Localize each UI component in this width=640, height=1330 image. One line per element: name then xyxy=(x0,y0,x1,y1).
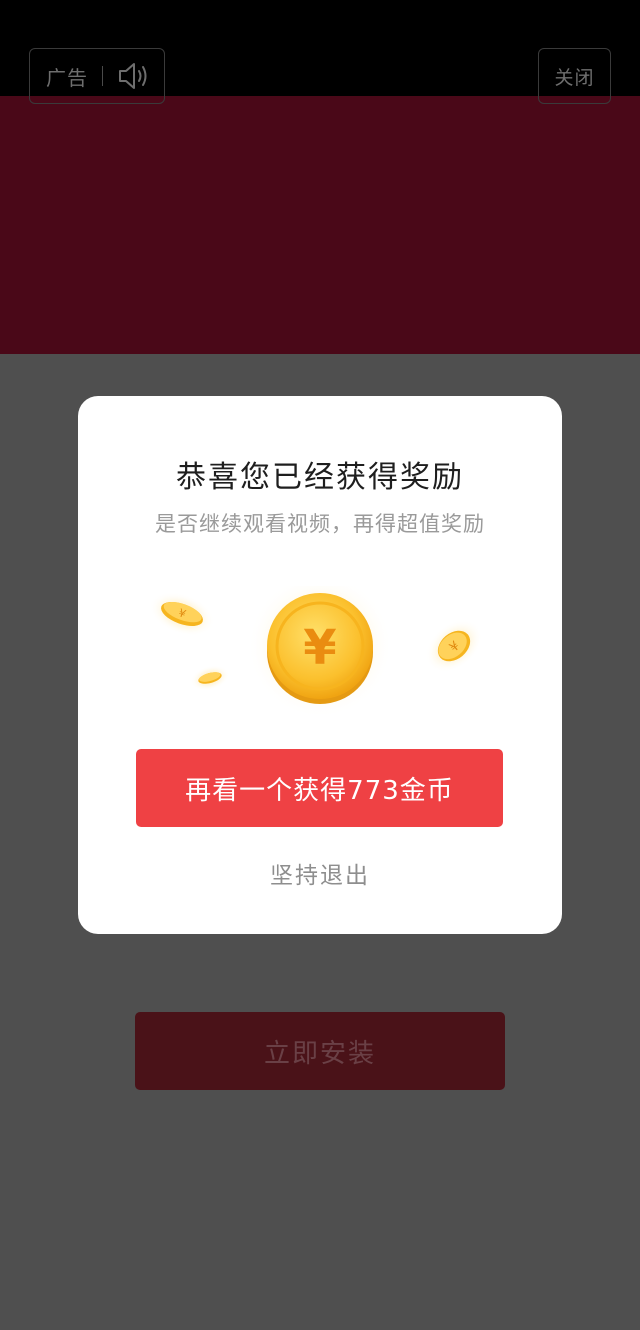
ad-label: 广告 xyxy=(46,65,88,90)
watch-again-button[interactable]: 再看一个获得773金币 xyxy=(136,749,503,827)
exit-button[interactable]: 坚持退出 xyxy=(78,856,562,890)
badge-divider xyxy=(102,66,103,86)
ad-video-area xyxy=(0,96,640,354)
install-button[interactable]: 立即安装 xyxy=(135,1012,505,1090)
dialog-subtitle: 是否继续观看视频，再得超值奖励 xyxy=(155,512,485,536)
ad-badge: 广告 xyxy=(29,48,165,104)
side-coin-icon: ¥ xyxy=(425,619,483,673)
tiny-coin-icon xyxy=(190,665,230,691)
svg-text:¥: ¥ xyxy=(303,620,336,676)
close-ad-button[interactable]: 关闭 xyxy=(538,48,611,104)
dialog-title: 恭喜您已经获得奖励 xyxy=(176,460,464,495)
coin-icon: ¥ xyxy=(248,586,392,716)
speaker-icon[interactable] xyxy=(117,61,151,91)
coins-illustration: ¥ ¥ ¥ xyxy=(138,586,502,716)
reward-dialog: 恭喜您已经获得奖励 是否继续观看视频，再得超值奖励 ¥ ¥ ¥ 再看一个获得77… xyxy=(78,396,562,934)
small-coin-icon: ¥ xyxy=(149,591,215,637)
